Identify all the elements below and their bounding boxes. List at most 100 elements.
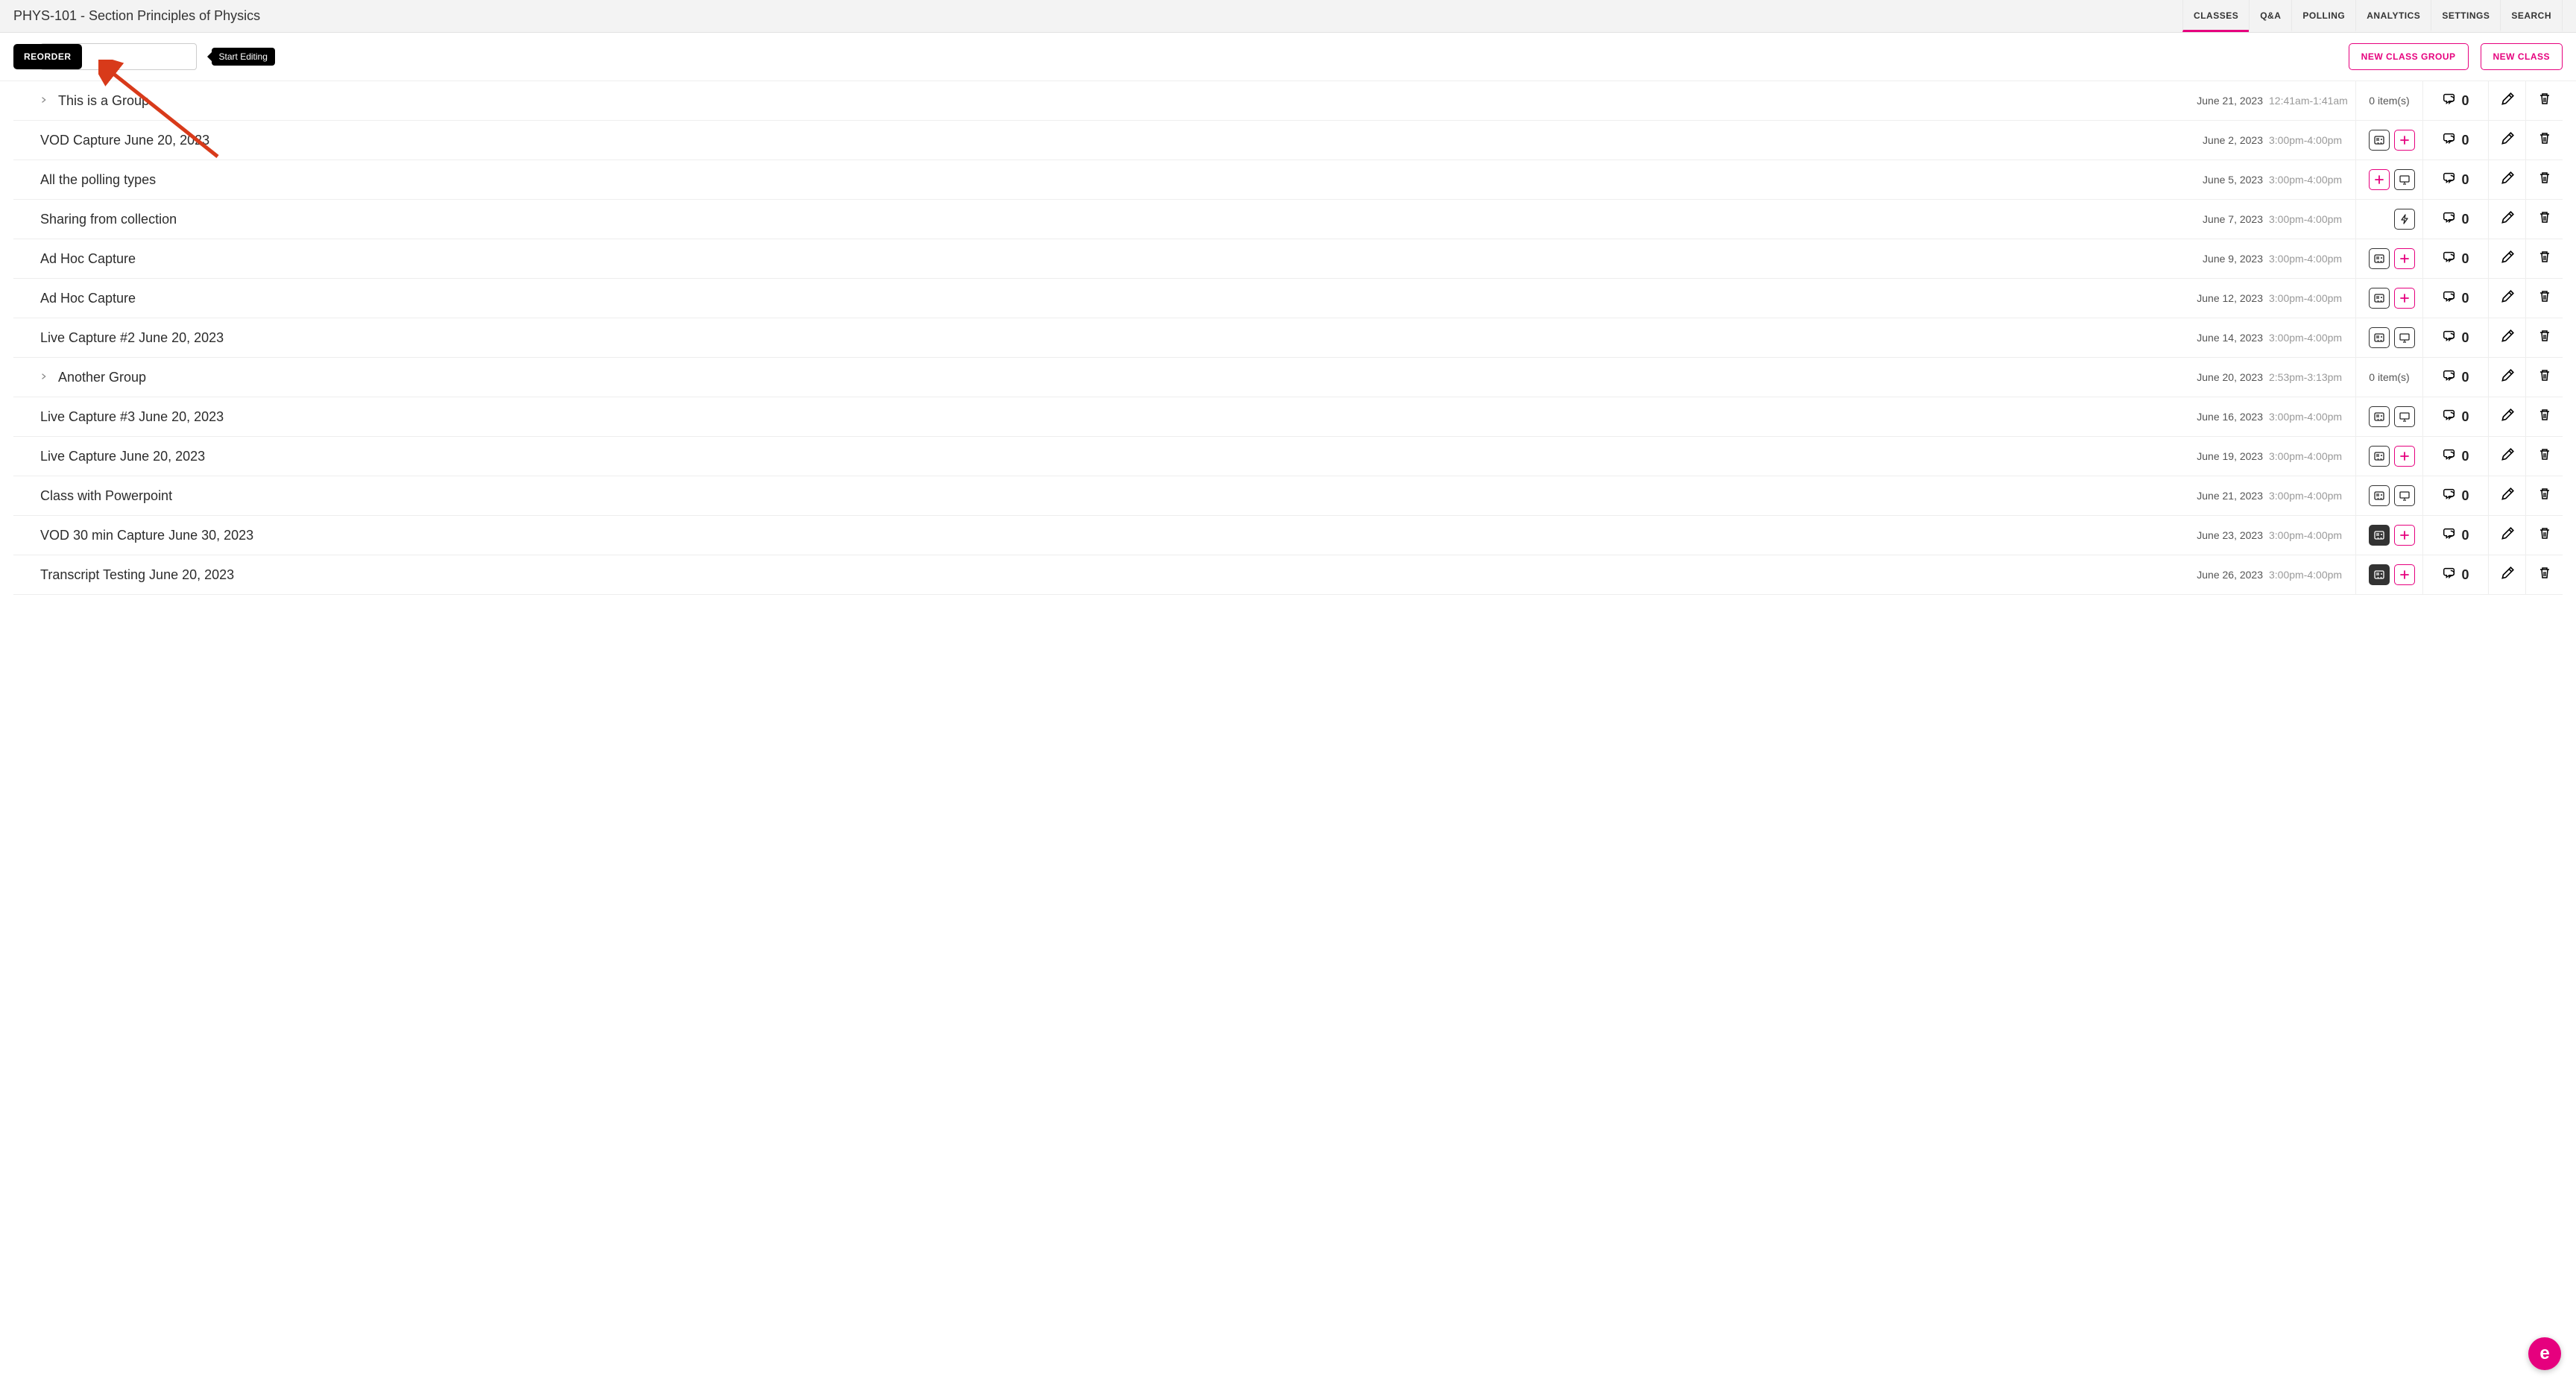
delete-icon[interactable] bbox=[2537, 566, 2552, 584]
row-title[interactable]: Ad Hoc Capture bbox=[40, 291, 136, 306]
row-comments[interactable]: 0 bbox=[2422, 516, 2488, 555]
row-comments[interactable]: 0 bbox=[2422, 239, 2488, 278]
row-comments[interactable]: 0 bbox=[2422, 555, 2488, 594]
row-comments[interactable]: 0 bbox=[2422, 318, 2488, 357]
media-icon[interactable] bbox=[2369, 327, 2390, 348]
media-icon[interactable] bbox=[2369, 485, 2390, 506]
delete-icon[interactable] bbox=[2537, 368, 2552, 387]
comment-count: 0 bbox=[2461, 370, 2469, 385]
chevron-right-icon[interactable] bbox=[40, 94, 51, 107]
tab-analytics[interactable]: ANALYTICS bbox=[2355, 0, 2431, 32]
row-title[interactable]: Class with Powerpoint bbox=[40, 488, 172, 504]
edit-icon[interactable] bbox=[2500, 487, 2515, 505]
edit-icon[interactable] bbox=[2500, 171, 2515, 189]
comment-icon bbox=[2442, 487, 2457, 505]
edit-icon[interactable] bbox=[2500, 131, 2515, 150]
row-action-icons bbox=[2355, 279, 2422, 318]
edit-icon[interactable] bbox=[2500, 447, 2515, 466]
add-icon[interactable] bbox=[2394, 130, 2415, 151]
add-icon[interactable] bbox=[2394, 564, 2415, 585]
row-title[interactable]: Another Group bbox=[58, 370, 146, 385]
row-comments[interactable]: 0 bbox=[2422, 279, 2488, 318]
media-icon[interactable] bbox=[2369, 564, 2390, 585]
row-title[interactable]: Ad Hoc Capture bbox=[40, 251, 136, 267]
chevron-right-icon[interactable] bbox=[40, 370, 51, 384]
row-comments[interactable]: 0 bbox=[2422, 81, 2488, 120]
delete-icon[interactable] bbox=[2537, 289, 2552, 308]
class-row: VOD 30 min Capture June 30, 2023June 23,… bbox=[13, 516, 2563, 555]
row-title[interactable]: All the polling types bbox=[40, 172, 156, 188]
delete-icon[interactable] bbox=[2537, 408, 2552, 426]
lightning-icon[interactable] bbox=[2394, 209, 2415, 230]
edit-icon[interactable] bbox=[2500, 526, 2515, 545]
row-time: 3:00pm-4:00pm bbox=[2263, 253, 2355, 265]
edit-icon[interactable] bbox=[2500, 368, 2515, 387]
delete-icon[interactable] bbox=[2537, 447, 2552, 466]
comment-count: 0 bbox=[2461, 409, 2469, 425]
comment-icon bbox=[2442, 289, 2457, 308]
media-icon[interactable] bbox=[2369, 446, 2390, 467]
delete-icon[interactable] bbox=[2537, 329, 2552, 347]
delete-icon[interactable] bbox=[2537, 210, 2552, 229]
tab-polling[interactable]: POLLING bbox=[2291, 0, 2355, 32]
tab-settings[interactable]: SETTINGS bbox=[2431, 0, 2500, 32]
delete-icon[interactable] bbox=[2537, 92, 2552, 110]
row-comments[interactable]: 0 bbox=[2422, 121, 2488, 160]
row-date: June 19, 2023 bbox=[2175, 450, 2263, 462]
row-title[interactable]: Transcript Testing June 20, 2023 bbox=[40, 567, 234, 583]
delete-icon[interactable] bbox=[2537, 487, 2552, 505]
tab-qa[interactable]: Q&A bbox=[2249, 0, 2291, 32]
edit-icon[interactable] bbox=[2500, 329, 2515, 347]
row-comments[interactable]: 0 bbox=[2422, 200, 2488, 239]
row-title[interactable]: Live Capture #2 June 20, 2023 bbox=[40, 330, 224, 346]
row-title[interactable]: VOD 30 min Capture June 30, 2023 bbox=[40, 528, 253, 543]
add-icon[interactable] bbox=[2394, 248, 2415, 269]
delete-icon[interactable] bbox=[2537, 171, 2552, 189]
class-row: Ad Hoc CaptureJune 12, 20233:00pm-4:00pm… bbox=[13, 279, 2563, 318]
row-title[interactable]: Live Capture #3 June 20, 2023 bbox=[40, 409, 224, 425]
row-comments[interactable]: 0 bbox=[2422, 358, 2488, 397]
presentation-icon[interactable] bbox=[2394, 485, 2415, 506]
row-comments[interactable]: 0 bbox=[2422, 476, 2488, 515]
presentation-icon[interactable] bbox=[2394, 169, 2415, 190]
add-icon[interactable] bbox=[2394, 525, 2415, 546]
new-class-group-button[interactable]: NEW CLASS GROUP bbox=[2349, 43, 2469, 70]
row-time: 3:00pm-4:00pm bbox=[2263, 134, 2355, 146]
tab-classes[interactable]: CLASSES bbox=[2182, 0, 2249, 32]
comment-icon bbox=[2442, 526, 2457, 545]
row-title[interactable]: VOD Capture June 20, 2023 bbox=[40, 133, 209, 148]
row-comments[interactable]: 0 bbox=[2422, 437, 2488, 476]
presentation-icon[interactable] bbox=[2394, 327, 2415, 348]
add-icon[interactable] bbox=[2369, 169, 2390, 190]
help-fab[interactable]: e bbox=[2528, 1337, 2561, 1370]
add-icon[interactable] bbox=[2394, 446, 2415, 467]
edit-icon[interactable] bbox=[2500, 92, 2515, 110]
edit-icon[interactable] bbox=[2500, 250, 2515, 268]
media-icon[interactable] bbox=[2369, 130, 2390, 151]
delete-icon[interactable] bbox=[2537, 131, 2552, 150]
media-icon[interactable] bbox=[2369, 288, 2390, 309]
row-time: 3:00pm-4:00pm bbox=[2263, 569, 2355, 581]
edit-icon[interactable] bbox=[2500, 210, 2515, 229]
new-class-button[interactable]: NEW CLASS bbox=[2481, 43, 2563, 70]
edit-icon[interactable] bbox=[2500, 408, 2515, 426]
tab-search[interactable]: SEARCH bbox=[2500, 0, 2563, 32]
media-icon[interactable] bbox=[2369, 248, 2390, 269]
media-icon[interactable] bbox=[2369, 406, 2390, 427]
media-icon[interactable] bbox=[2369, 525, 2390, 546]
delete-icon[interactable] bbox=[2537, 526, 2552, 545]
row-title[interactable]: Live Capture June 20, 2023 bbox=[40, 449, 205, 464]
row-comments[interactable]: 0 bbox=[2422, 397, 2488, 436]
edit-icon[interactable] bbox=[2500, 566, 2515, 584]
presentation-icon[interactable] bbox=[2394, 406, 2415, 427]
row-title[interactable]: This is a Group bbox=[58, 93, 149, 109]
add-icon[interactable] bbox=[2394, 288, 2415, 309]
delete-icon[interactable] bbox=[2537, 250, 2552, 268]
reorder-button[interactable]: REORDER bbox=[13, 44, 82, 69]
class-row: VOD Capture June 20, 2023June 2, 20233:0… bbox=[13, 121, 2563, 160]
comment-count: 0 bbox=[2461, 488, 2469, 504]
row-title[interactable]: Sharing from collection bbox=[40, 212, 177, 227]
row-comments[interactable]: 0 bbox=[2422, 160, 2488, 199]
edit-icon[interactable] bbox=[2500, 289, 2515, 308]
row-date: June 9, 2023 bbox=[2175, 253, 2263, 265]
